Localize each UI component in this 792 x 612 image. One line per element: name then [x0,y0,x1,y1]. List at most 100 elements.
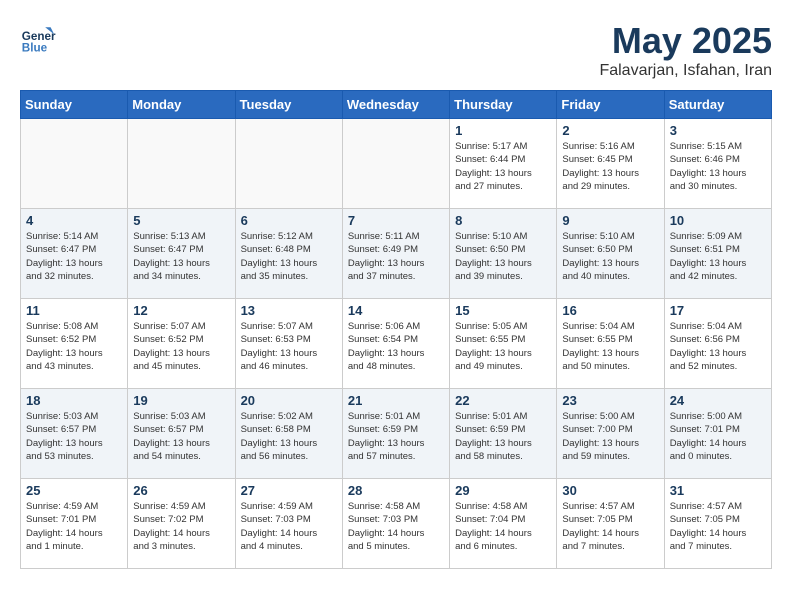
calendar-cell: 13 Sunrise: 5:07 AMSunset: 6:53 PMDayligh… [235,299,342,389]
calendar-week-row: 11Sunrise: 5:08 AMSunset: 6:52 PMDayligh… [21,299,772,389]
day-number: 29 [455,483,551,498]
day-number: 2 [562,123,658,138]
cell-info: Sunrise: 4:58 AMSunset: 7:04 PMDaylight:… [455,500,551,553]
calendar-cell: 5Sunrise: 5:13 AMSunset: 6:47 PMDaylight… [128,209,235,299]
calendar-cell: 2 Sunrise: 5:16 AMSunset: 6:45 PMDaylight… [557,119,664,209]
calendar-subtitle: Falavarjan, Isfahan, Iran [599,62,772,80]
cell-info: Sunrise: 5:17 AMSunset: 6:44 PMDaylight:… [455,140,551,193]
cell-info: Sunrise: 5:16 AMSunset: 6:45 PMDaylight:… [562,140,658,193]
calendar-cell: 23 Sunrise: 5:00 AMSunset: 7:00 PMDayligh… [557,389,664,479]
page-header: General Blue May 2025 Falavarjan, Isfaha… [20,20,772,80]
calendar-cell: 26Sunrise: 4:59 AMSunset: 7:02 PMDayligh… [128,479,235,569]
cell-info: Sunrise: 5:07 AMSunset: 6:52 PMDaylight:… [133,320,229,373]
cell-info: Sunrise: 5:00 AMSunset: 7:01 PMDaylight:… [670,410,766,463]
day-number: 11 [26,303,122,318]
calendar-cell [235,119,342,209]
cell-info: Sunrise: 5:05 AMSunset: 6:55 PMDaylight:… [455,320,551,373]
day-number: 1 [455,123,551,138]
logo-icon: General Blue [20,20,56,56]
calendar-cell: 12 Sunrise: 5:07 AMSunset: 6:52 PMDayligh… [128,299,235,389]
cell-info: Sunrise: 5:01 AMSunset: 6:59 PMDaylight:… [455,410,551,463]
day-number: 14 [348,303,444,318]
cell-info: Sunrise: 5:09 AMSunset: 6:51 PMDaylight:… [670,230,766,283]
weekday-header-thursday: Thursday [450,91,557,119]
day-number: 6 [241,213,337,228]
calendar-cell: 17 Sunrise: 5:04 AMSunset: 6:56 PMDayligh… [664,299,771,389]
day-number: 15 [455,303,551,318]
calendar-cell: 3 Sunrise: 5:15 AMSunset: 6:46 PMDaylight… [664,119,771,209]
logo: General Blue [20,20,56,56]
calendar-cell: 1 Sunrise: 5:17 AMSunset: 6:44 PMDaylight… [450,119,557,209]
calendar-cell: 11Sunrise: 5:08 AMSunset: 6:52 PMDayligh… [21,299,128,389]
day-number: 23 [562,393,658,408]
day-number: 8 [455,213,551,228]
weekday-header-tuesday: Tuesday [235,91,342,119]
calendar-cell: 4Sunrise: 5:14 AMSunset: 6:47 PMDaylight… [21,209,128,299]
calendar-week-row: 18Sunrise: 5:03 AMSunset: 6:57 PMDayligh… [21,389,772,479]
calendar-week-row: 25Sunrise: 4:59 AMSunset: 7:01 PMDayligh… [21,479,772,569]
day-number: 25 [26,483,122,498]
calendar-cell: 24 Sunrise: 5:00 AMSunset: 7:01 PMDayligh… [664,389,771,479]
cell-info: Sunrise: 5:06 AMSunset: 6:54 PMDaylight:… [348,320,444,373]
cell-info: Sunrise: 5:02 AMSunset: 6:58 PMDaylight:… [241,410,337,463]
day-number: 4 [26,213,122,228]
calendar-cell: 29 Sunrise: 4:58 AMSunset: 7:04 PMDayligh… [450,479,557,569]
calendar-cell [21,119,128,209]
day-number: 16 [562,303,658,318]
day-number: 9 [562,213,658,228]
weekday-header-monday: Monday [128,91,235,119]
day-number: 30 [562,483,658,498]
weekday-header-row: SundayMondayTuesdayWednesdayThursdayFrid… [21,91,772,119]
calendar-cell: 8 Sunrise: 5:10 AMSunset: 6:50 PMDaylight… [450,209,557,299]
calendar-cell [128,119,235,209]
calendar-cell: 16 Sunrise: 5:04 AMSunset: 6:55 PMDayligh… [557,299,664,389]
cell-info: Sunrise: 5:07 AMSunset: 6:53 PMDaylight:… [241,320,337,373]
weekday-header-saturday: Saturday [664,91,771,119]
title-block: May 2025 Falavarjan, Isfahan, Iran [599,20,772,80]
day-number: 7 [348,213,444,228]
cell-info: Sunrise: 4:57 AMSunset: 7:05 PMDaylight:… [670,500,766,553]
calendar-cell: 21Sunrise: 5:01 AMSunset: 6:59 PMDayligh… [342,389,449,479]
day-number: 21 [348,393,444,408]
day-number: 17 [670,303,766,318]
day-number: 27 [241,483,337,498]
cell-info: Sunrise: 4:59 AMSunset: 7:03 PMDaylight:… [241,500,337,553]
day-number: 12 [133,303,229,318]
cell-info: Sunrise: 5:00 AMSunset: 7:00 PMDaylight:… [562,410,658,463]
day-number: 13 [241,303,337,318]
cell-info: Sunrise: 5:15 AMSunset: 6:46 PMDaylight:… [670,140,766,193]
day-number: 3 [670,123,766,138]
weekday-header-wednesday: Wednesday [342,91,449,119]
cell-info: Sunrise: 5:11 AMSunset: 6:49 PMDaylight:… [348,230,444,283]
cell-info: Sunrise: 4:59 AMSunset: 7:02 PMDaylight:… [133,500,229,553]
cell-info: Sunrise: 5:04 AMSunset: 6:56 PMDaylight:… [670,320,766,373]
cell-info: Sunrise: 4:58 AMSunset: 7:03 PMDaylight:… [348,500,444,553]
calendar-cell: 25Sunrise: 4:59 AMSunset: 7:01 PMDayligh… [21,479,128,569]
calendar-cell: 27 Sunrise: 4:59 AMSunset: 7:03 PMDayligh… [235,479,342,569]
day-number: 19 [133,393,229,408]
cell-info: Sunrise: 5:10 AMSunset: 6:50 PMDaylight:… [562,230,658,283]
cell-info: Sunrise: 5:03 AMSunset: 6:57 PMDaylight:… [26,410,122,463]
calendar-week-row: 1 Sunrise: 5:17 AMSunset: 6:44 PMDaylight… [21,119,772,209]
calendar-cell: 15 Sunrise: 5:05 AMSunset: 6:55 PMDayligh… [450,299,557,389]
cell-info: Sunrise: 5:04 AMSunset: 6:55 PMDaylight:… [562,320,658,373]
calendar-cell: 9 Sunrise: 5:10 AMSunset: 6:50 PMDaylight… [557,209,664,299]
calendar-table: SundayMondayTuesdayWednesdayThursdayFrid… [20,90,772,569]
calendar-cell: 20 Sunrise: 5:02 AMSunset: 6:58 PMDayligh… [235,389,342,479]
day-number: 24 [670,393,766,408]
cell-info: Sunrise: 4:57 AMSunset: 7:05 PMDaylight:… [562,500,658,553]
weekday-header-sunday: Sunday [21,91,128,119]
day-number: 10 [670,213,766,228]
calendar-cell: 6 Sunrise: 5:12 AMSunset: 6:48 PMDaylight… [235,209,342,299]
calendar-cell: 22Sunrise: 5:01 AMSunset: 6:59 PMDayligh… [450,389,557,479]
day-number: 5 [133,213,229,228]
calendar-cell: 28Sunrise: 4:58 AMSunset: 7:03 PMDayligh… [342,479,449,569]
calendar-cell: 7 Sunrise: 5:11 AMSunset: 6:49 PMDaylight… [342,209,449,299]
svg-text:Blue: Blue [22,42,48,55]
cell-info: Sunrise: 5:10 AMSunset: 6:50 PMDaylight:… [455,230,551,283]
cell-info: Sunrise: 5:12 AMSunset: 6:48 PMDaylight:… [241,230,337,283]
weekday-header-friday: Friday [557,91,664,119]
cell-info: Sunrise: 5:03 AMSunset: 6:57 PMDaylight:… [133,410,229,463]
calendar-cell: 14 Sunrise: 5:06 AMSunset: 6:54 PMDayligh… [342,299,449,389]
day-number: 20 [241,393,337,408]
